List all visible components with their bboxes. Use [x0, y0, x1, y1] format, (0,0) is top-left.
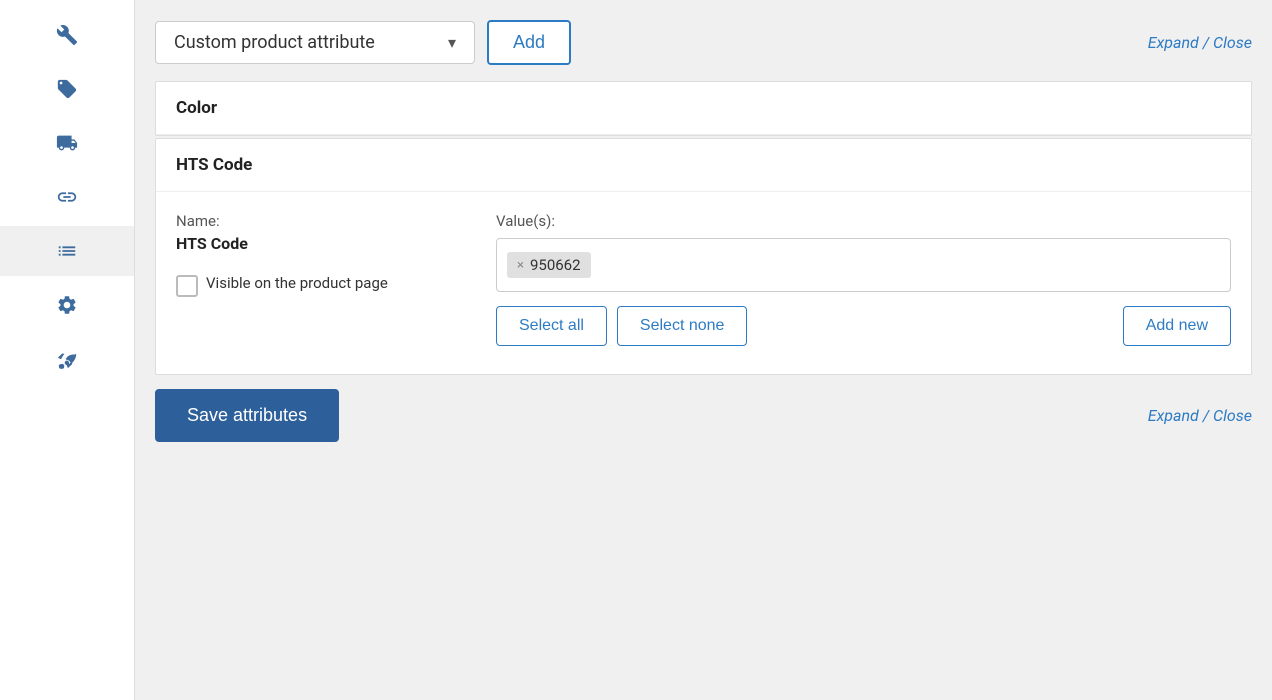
field-left: Name: HTS Code Visible on the product pa… [176, 212, 456, 297]
action-buttons: Select all Select none Add new [496, 306, 1231, 346]
select-all-button[interactable]: Select all [496, 306, 607, 346]
expand-close-link[interactable]: Expand / Close [1148, 33, 1252, 52]
sidebar-item-attributes[interactable] [0, 226, 134, 276]
color-section-title: Color [156, 82, 1251, 135]
add-new-button[interactable]: Add new [1123, 306, 1231, 346]
name-label: Name: [176, 212, 456, 230]
visible-label: Visible on the product page [206, 273, 388, 294]
sidebar-item-tags[interactable] [0, 64, 134, 114]
header-left: Custom product attribute ▾ Add [155, 20, 571, 65]
bottom-row: Save attributes Expand / Close [155, 389, 1252, 442]
footer-expand-close-link[interactable]: Expand / Close [1148, 406, 1252, 425]
add-button[interactable]: Add [487, 20, 571, 65]
tag-x-icon[interactable]: × [517, 258, 524, 273]
hts-code-panel: HTS Code Name: HTS Code Visible on the p… [155, 138, 1252, 375]
list-icon [56, 240, 78, 262]
dropdown-label: Custom product attribute [174, 32, 375, 53]
visible-checkbox[interactable] [176, 275, 198, 297]
hts-code-panel-body: Name: HTS Code Visible on the product pa… [156, 192, 1251, 374]
chevron-down-icon: ▾ [448, 33, 456, 52]
hts-code-section-title: HTS Code [156, 139, 1251, 192]
header-row: Custom product attribute ▾ Add Expand / … [155, 20, 1252, 65]
link-icon [56, 186, 78, 208]
select-none-button[interactable]: Select none [617, 306, 748, 346]
rocket-icon [56, 348, 78, 370]
sidebar [0, 0, 135, 700]
save-attributes-button[interactable]: Save attributes [155, 389, 339, 442]
color-panel: Color [155, 81, 1252, 136]
sidebar-item-links[interactable] [0, 172, 134, 222]
name-value: HTS Code [176, 234, 456, 253]
values-input-area[interactable]: × 950662 [496, 238, 1231, 292]
visible-checkbox-row: Visible on the product page [176, 273, 456, 297]
sidebar-item-shipping[interactable] [0, 118, 134, 168]
gear-icon [56, 294, 78, 316]
wrench-icon [56, 24, 78, 46]
values-label: Value(s): [496, 212, 1231, 230]
main-content: Custom product attribute ▾ Add Expand / … [135, 0, 1272, 700]
sidebar-item-settings[interactable] [0, 10, 134, 60]
sidebar-item-launch[interactable] [0, 334, 134, 384]
field-right: Value(s): × 950662 Select all Select non… [496, 212, 1231, 346]
attribute-dropdown[interactable]: Custom product attribute ▾ [155, 21, 475, 64]
tag-value: 950662 [530, 256, 581, 274]
sidebar-item-config[interactable] [0, 280, 134, 330]
tag-icon [56, 78, 78, 100]
truck-icon [56, 132, 78, 154]
tag-950662: × 950662 [507, 252, 591, 278]
